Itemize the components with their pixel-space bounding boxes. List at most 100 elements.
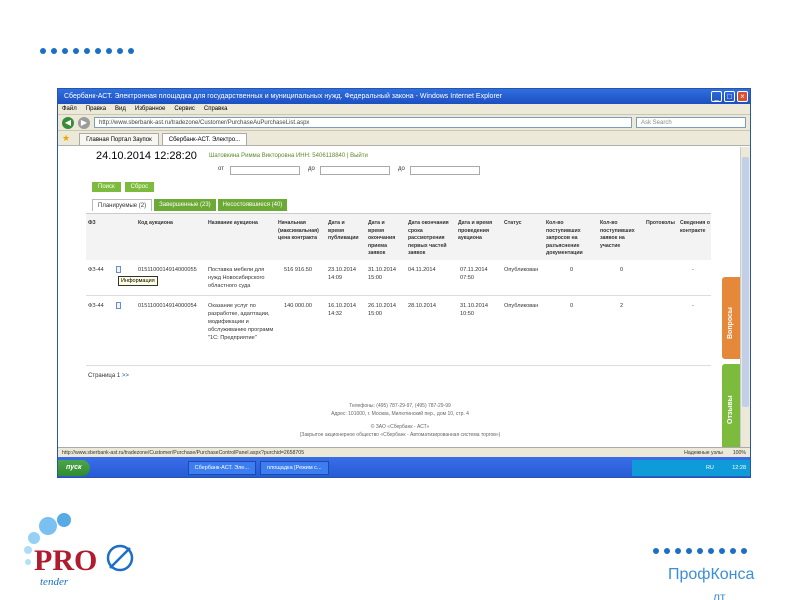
tray-lang[interactable]: RU xyxy=(706,465,714,471)
address-bar: ◀ ▶ http://www.sberbank-ast.ru/tradezone… xyxy=(58,115,750,131)
search-input[interactable]: Ask Search xyxy=(636,117,746,128)
favorites-star-icon[interactable]: ★ xyxy=(62,133,70,144)
status-url: http://www.sberbank-ast.ru/tradezone/Cus… xyxy=(62,450,305,456)
taskbar: пуск Сбербанк-АСТ. Эле... площадка [Режи… xyxy=(58,457,750,477)
col-header-requests: Кол-во поступивших запросов на разъяснен… xyxy=(546,220,583,256)
back-icon[interactable]: ◀ xyxy=(62,116,74,129)
menu-favorites[interactable]: Избранное xyxy=(135,104,165,114)
browser-window: Сбербанк-АСТ. Электронная площадка для г… xyxy=(57,88,751,478)
auction-table: ФЗ Код аукциона Название аукциона Началь… xyxy=(86,213,711,366)
col-header-bids: Кол-во поступивших заявок на участие xyxy=(600,220,635,249)
taskbar-item-document[interactable]: площадка [Режим с... xyxy=(259,461,329,475)
decorative-dots-top xyxy=(40,48,134,54)
cell-end-review: 04.11.2014 xyxy=(408,267,436,273)
browser-tab-sberbank[interactable]: Сбербанк-АСТ. Электро... xyxy=(161,133,248,145)
date-bar: 24.10.2014 12:28:20 Шатовкина Римма Викт… xyxy=(58,147,742,165)
menu-bar: Файл Правка Вид Избранное Сервис Справка xyxy=(58,104,750,115)
forward-icon[interactable]: ▶ xyxy=(78,116,90,129)
logo-text: PRO xyxy=(34,544,97,577)
footer-phones: Телефоны: (495) 787-29-97, (495) 787-29-… xyxy=(349,403,451,409)
cell-published: 16.10.2014 14:32 xyxy=(328,303,356,317)
status-tabs: Планируемые (2) Завершенные (23) Несосто… xyxy=(92,199,288,211)
cell-code[interactable]: 0151100014914000054 xyxy=(138,302,197,310)
pager-next-link[interactable]: >> xyxy=(122,373,129,379)
cell-end-review: 28.10.2014 xyxy=(408,303,436,309)
search-button[interactable]: Поиск xyxy=(92,182,121,192)
user-info[interactable]: Шатовкина Римма Викторовна ИНН: 54061188… xyxy=(209,153,368,159)
filter-date-field-2[interactable] xyxy=(320,166,390,175)
cell-price: 516 916.50 xyxy=(284,267,312,273)
filter-date-field-3[interactable] xyxy=(410,166,480,175)
taskbar-item-browser[interactable]: Сбербанк-АСТ. Эле... xyxy=(187,461,256,475)
tab-completed[interactable]: Завершенные (23) xyxy=(154,199,216,211)
cell-end-receipt: 26.10.2014 15:00 xyxy=(368,303,396,317)
decorative-dots-bottom xyxy=(653,548,747,554)
filter-buttons: Поиск Сброс xyxy=(92,182,155,192)
footer-company: (Закрытое акционерное общество «Сбербанк… xyxy=(299,431,501,438)
col-header-contract: Сведения о контракте xyxy=(680,220,710,234)
tab-failed[interactable]: Несостоявшиеся (40) xyxy=(217,199,288,211)
menu-tools[interactable]: Сервис xyxy=(174,104,195,114)
menu-view[interactable]: Вид xyxy=(115,104,126,114)
col-header-auction: Дата и время проведения аукциона xyxy=(458,220,493,241)
window-title: Сбербанк-АСТ. Электронная площадка для г… xyxy=(64,93,503,100)
cell-status: Опубликован xyxy=(504,267,539,273)
cell-code[interactable]: 0151100014914000055 xyxy=(138,266,197,274)
cell-end-receipt: 31.10.2014 15:00 xyxy=(368,267,396,281)
cell-status: Опубликован xyxy=(504,303,539,309)
table-header: ФЗ Код аукциона Название аукциона Началь… xyxy=(86,213,711,260)
cell-auction: 07.11.2014 07:50 xyxy=(460,267,488,281)
cell-published: 23.10.2014 14:09 xyxy=(328,267,356,281)
table-row[interactable]: ФЗ-44 0151100014914000054 Оказание услуг… xyxy=(86,296,711,366)
col-header-code: Код аукциона xyxy=(138,220,173,226)
cell-fz: ФЗ-44 xyxy=(88,267,104,273)
side-panel: Вопросы Отзывы xyxy=(722,277,742,447)
slide: Сбербанк-АСТ. Электронная площадка для г… xyxy=(0,0,800,600)
col-header-published: Дата и время публикации xyxy=(328,220,359,241)
cell-price: 140 000.00 xyxy=(284,303,312,309)
filter-date-field-1[interactable] xyxy=(230,166,300,175)
close-icon[interactable]: × xyxy=(737,91,748,102)
menu-help[interactable]: Справка xyxy=(204,104,228,114)
pager: Страница 1 >> xyxy=(88,373,129,379)
menu-edit[interactable]: Правка xyxy=(86,104,106,114)
col-header-price: Начальная (максимальная) цена контракта xyxy=(278,220,319,241)
cell-bids: 0 xyxy=(620,267,624,273)
system-tray: RU 12:28 xyxy=(632,460,750,476)
menu-file[interactable]: Файл xyxy=(62,104,77,114)
cell-name[interactable]: Оказание услуг по разработке, адаптации,… xyxy=(208,302,278,342)
vertical-scrollbar[interactable] xyxy=(740,147,750,447)
url-input[interactable]: http://www.sberbank-ast.ru/tradezone/Cus… xyxy=(94,117,632,128)
reviews-side-button[interactable]: Отзывы xyxy=(722,364,742,447)
tray-clock: 12:28 xyxy=(732,465,746,471)
filter-label-from: от xyxy=(218,166,224,172)
cell-bids: 2 xyxy=(620,303,624,309)
maximize-icon[interactable]: □ xyxy=(724,91,735,102)
status-bar: http://www.sberbank-ast.ru/tradezone/Cus… xyxy=(58,447,750,457)
window-titlebar: Сбербанк-АСТ. Электронная площадка для г… xyxy=(58,89,750,104)
col-header-fz: ФЗ xyxy=(88,220,96,226)
cell-name[interactable]: Поставка мебели для нужд Новосибирского … xyxy=(208,266,278,290)
page-footer: Телефоны: (495) 787-29-97, (495) 787-29-… xyxy=(58,403,742,439)
start-button[interactable]: пуск xyxy=(58,460,90,476)
table-row[interactable]: ФЗ-44 Информация 0151100014914000055 Пос… xyxy=(86,260,711,296)
document-icon[interactable] xyxy=(116,266,121,273)
minimize-icon[interactable]: _ xyxy=(711,91,722,102)
info-tooltip: Информация xyxy=(118,276,158,286)
cell-contract: - xyxy=(692,303,694,309)
browser-tab-portal[interactable]: Главная Портал Заупок xyxy=(79,133,159,145)
pager-label: Страница 1 xyxy=(88,373,121,379)
reset-button[interactable]: Сброс xyxy=(124,182,155,192)
cell-requests: 0 xyxy=(570,267,574,273)
col-header-protocols: Протоколы xyxy=(646,220,675,226)
reviews-label: Отзывы xyxy=(727,395,734,424)
footer-address: Адрес: 101000, г. Москва, Милютинский пе… xyxy=(331,410,469,417)
brand-name-text-2: лт xyxy=(713,590,726,600)
cell-contract: - xyxy=(692,267,694,273)
questions-side-button[interactable]: Вопросы xyxy=(722,277,742,359)
document-icon[interactable] xyxy=(116,302,121,309)
logo-subtext: tender xyxy=(40,576,69,588)
browser-tabs: ★ Главная Портал Заупок Сбербанк-АСТ. Эл… xyxy=(58,131,750,146)
brand-name-text: ПрофКонса xyxy=(668,566,755,583)
tab-planned[interactable]: Планируемые (2) xyxy=(92,199,153,211)
